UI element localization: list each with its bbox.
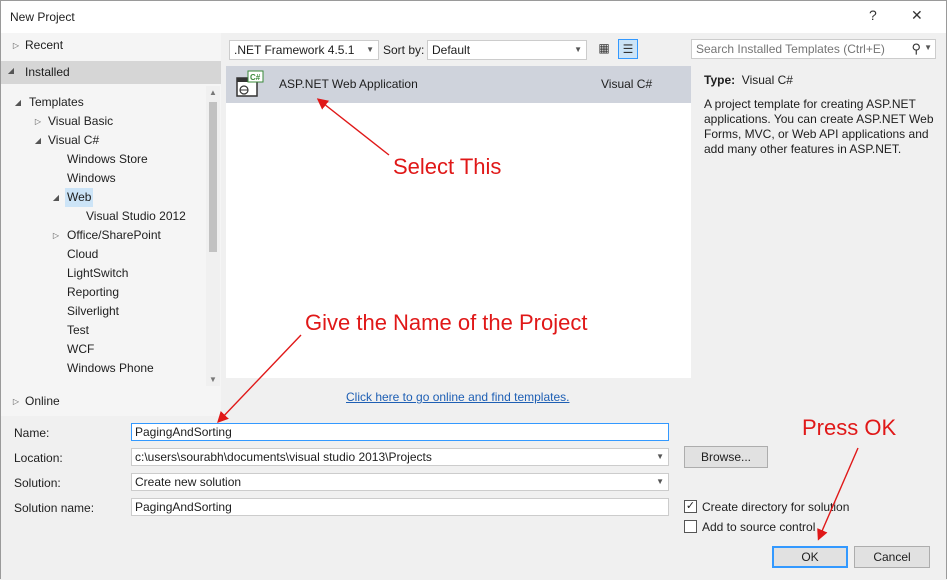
expand-arrow-icon[interactable]: ▷ xyxy=(11,392,21,411)
chevron-down-icon[interactable]: ▼ xyxy=(924,43,932,52)
tree-item-test[interactable]: Test xyxy=(67,321,89,340)
new-project-dialog: New Project ? ✕ ▷ Recent ◢ Installed ◢ T… xyxy=(0,0,947,580)
collapse-arrow-icon[interactable]: ◢ xyxy=(13,93,23,112)
source-control-label: Add to source control xyxy=(702,520,816,534)
sort-select[interactable]: Default ▼ xyxy=(427,40,587,60)
ok-button[interactable]: OK xyxy=(772,546,848,568)
template-name: ASP.NET Web Application xyxy=(279,77,418,91)
tree-item-cloud[interactable]: Cloud xyxy=(67,245,98,264)
expand-arrow-icon[interactable]: ▷ xyxy=(11,36,21,55)
annotation-select-this: Select This xyxy=(393,154,502,179)
source-control-checkbox[interactable] xyxy=(684,520,697,533)
search-input[interactable] xyxy=(692,40,902,58)
chevron-down-icon: ▼ xyxy=(366,45,374,54)
chevron-down-icon: ▼ xyxy=(574,45,582,54)
tree-item-windows-phone[interactable]: Windows Phone xyxy=(67,359,154,378)
solution-name-input[interactable]: PagingAndSorting xyxy=(131,498,669,516)
solution-name-label: Solution name: xyxy=(14,501,95,515)
close-icon[interactable]: ✕ xyxy=(911,7,923,24)
tree-item-wcf[interactable]: WCF xyxy=(67,340,94,359)
tree-item-silverlight[interactable]: Silverlight xyxy=(67,302,119,321)
collapse-arrow-icon[interactable]: ◢ xyxy=(33,131,43,150)
tree-item-windows-store[interactable]: Windows Store xyxy=(67,150,148,169)
help-icon[interactable]: ? xyxy=(869,7,877,23)
grid-icon: ▦ xyxy=(598,41,610,55)
aspnet-web-icon: C# xyxy=(236,70,264,97)
chevron-down-icon: ▼ xyxy=(656,477,664,486)
project-name-input[interactable]: PagingAndSorting xyxy=(131,423,669,441)
scrollbar-thumb[interactable] xyxy=(209,102,217,252)
framework-select[interactable]: .NET Framework 4.5.1 ▼ xyxy=(229,40,379,60)
browse-button[interactable]: Browse... xyxy=(684,446,768,468)
create-directory-checkbox[interactable]: ✓ xyxy=(684,500,697,513)
solution-label: Solution: xyxy=(14,476,61,490)
name-label: Name: xyxy=(14,426,50,440)
tree-item-windows[interactable]: Windows xyxy=(67,169,116,188)
expand-arrow-icon[interactable]: ▷ xyxy=(51,226,61,245)
search-box[interactable]: ⚲ ▼ xyxy=(691,39,936,59)
solution-select[interactable]: Create new solution ▼ xyxy=(131,473,669,491)
scroll-up-icon[interactable]: ▲ xyxy=(206,88,220,97)
template-language: Visual C# xyxy=(601,77,653,91)
list-icon: ☰ xyxy=(622,42,634,56)
title-bar: New Project ? ✕ xyxy=(1,1,946,33)
tree-item-visual-studio-2012[interactable]: Visual Studio 2012 xyxy=(86,207,186,226)
window-title: New Project xyxy=(10,10,75,24)
location-combo[interactable]: c:\users\sourabh\documents\visual studio… xyxy=(131,448,669,466)
template-details: Type: Visual C# A project template for c… xyxy=(691,64,941,376)
csharp-badge: C# xyxy=(250,73,261,82)
collapse-arrow-icon[interactable]: ◢ xyxy=(51,188,61,207)
tree-item-installed[interactable]: ◢ Installed xyxy=(1,61,221,84)
template-type: Type: Visual C# xyxy=(704,73,793,87)
collapse-arrow-icon[interactable]: ◢ xyxy=(6,66,16,75)
tree-item-lightswitch[interactable]: LightSwitch xyxy=(67,264,128,283)
small-icons-view-button[interactable]: ▦ xyxy=(594,39,614,59)
annotation-give-name: Give the Name of the Project xyxy=(305,310,588,335)
expand-arrow-icon[interactable]: ▷ xyxy=(33,112,43,131)
location-label: Location: xyxy=(14,451,63,465)
cancel-button[interactable]: Cancel xyxy=(854,546,930,568)
tree-item-reporting[interactable]: Reporting xyxy=(67,283,119,302)
tree-scrollbar[interactable]: ▲ ▼ xyxy=(206,86,220,386)
create-directory-label: Create directory for solution xyxy=(702,500,850,514)
annotation-press-ok: Press OK xyxy=(802,415,897,440)
template-row-aspnet[interactable]: C# ASP.NET Web Application Visual C# xyxy=(226,66,691,103)
template-description: A project template for creating ASP.NET … xyxy=(704,97,934,156)
chevron-down-icon: ▼ xyxy=(656,452,664,461)
sort-label: Sort by: xyxy=(383,43,425,57)
scroll-down-icon[interactable]: ▼ xyxy=(206,375,220,384)
search-icon[interactable]: ⚲ xyxy=(911,41,921,57)
list-view-button[interactable]: ☰ xyxy=(618,39,638,59)
online-templates-link[interactable]: Click here to go online and find templat… xyxy=(346,390,569,404)
